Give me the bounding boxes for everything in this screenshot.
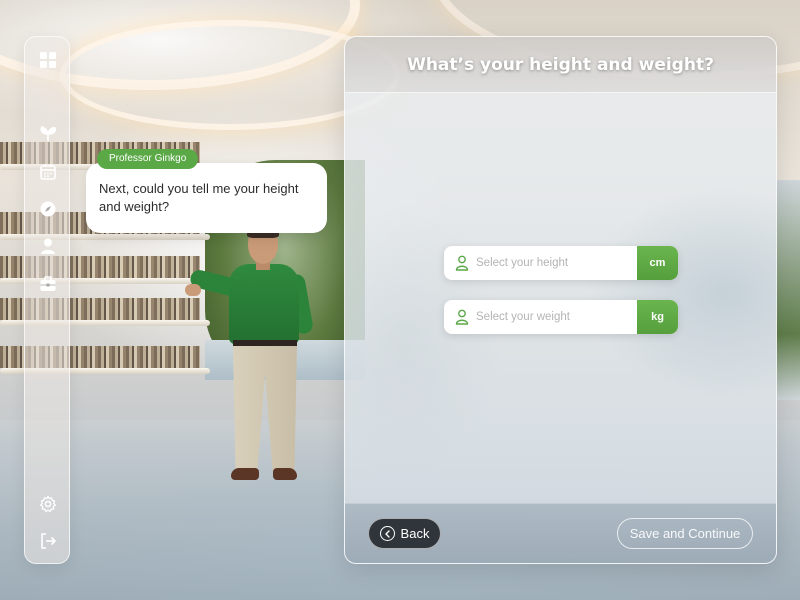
right-window-view <box>776 180 800 400</box>
ginkgo-leaf-icon[interactable] <box>38 124 58 144</box>
user-icon <box>455 309 469 325</box>
settings-icon[interactable] <box>38 494 58 514</box>
assistant-message: Next, could you tell me your height and … <box>99 181 299 214</box>
professor-avatar <box>185 222 335 492</box>
panel-body: cm kg <box>345 93 776 503</box>
height-unit-button[interactable]: cm <box>637 246 678 280</box>
back-button[interactable]: Back <box>368 518 441 549</box>
logout-icon[interactable] <box>38 531 58 551</box>
calendar-icon[interactable] <box>38 162 58 182</box>
compass-icon[interactable] <box>38 199 58 219</box>
chevron-left-icon <box>379 526 395 541</box>
assistant-name-tag: Professor Ginkgo <box>97 149 199 169</box>
panel-footer: Back Save and Continue <box>345 503 776 563</box>
assistant-speech-bubble: Next, could you tell me your height and … <box>86 163 327 233</box>
sidebar <box>24 36 70 564</box>
height-field[interactable]: cm <box>444 246 678 280</box>
back-button-label: Back <box>400 526 430 541</box>
panel-header: What’s your height and weight? <box>345 37 776 93</box>
user-icon <box>455 255 469 271</box>
save-button-label: Save and Continue <box>629 526 741 541</box>
page-title: What’s your height and weight? <box>407 54 714 75</box>
question-panel: What’s your height and weight? cm kg Bac… <box>344 36 777 564</box>
weight-unit-button[interactable]: kg <box>637 300 678 334</box>
weight-input[interactable] <box>476 300 636 334</box>
height-input[interactable] <box>476 246 636 280</box>
save-and-continue-button[interactable]: Save and Continue <box>617 518 753 549</box>
grid-icon[interactable] <box>38 50 58 70</box>
user-icon[interactable] <box>38 236 58 256</box>
weight-field[interactable]: kg <box>444 300 678 334</box>
briefcase-icon[interactable] <box>38 274 58 294</box>
